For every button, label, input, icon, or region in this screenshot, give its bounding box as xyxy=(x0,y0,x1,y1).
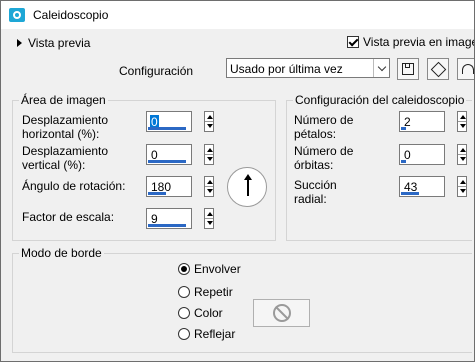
dialog-window: Caleidoscopio Vista previa Vista previa … xyxy=(0,0,475,362)
configuration-select-value: Usado por última vez xyxy=(230,62,343,76)
border-color-swatch[interactable] xyxy=(253,299,310,327)
randomize-button[interactable] xyxy=(427,58,449,80)
horizontal-offset-input[interactable]: 0 xyxy=(146,111,192,132)
radio-color-label: Color xyxy=(194,306,223,320)
radio-wrap-indicator[interactable] xyxy=(178,263,190,275)
reset-button[interactable] xyxy=(457,58,474,80)
radial-suction-spinner[interactable] xyxy=(457,176,467,197)
window-title: Caleidoscopio xyxy=(33,8,109,22)
radio-repeat-label: Repetir xyxy=(194,285,233,299)
petals-slider[interactable] xyxy=(401,127,406,130)
spin-down-icon[interactable] xyxy=(460,157,466,161)
rotation-angle-label: Ángulo de rotación: xyxy=(22,179,126,193)
orbits-input[interactable]: 0 xyxy=(399,144,445,165)
horizontal-offset-spinner[interactable] xyxy=(204,111,214,132)
configuration-label: Configuración xyxy=(119,64,194,78)
spin-up-icon[interactable] xyxy=(207,180,213,184)
title-bar: Caleidoscopio xyxy=(1,1,474,29)
radial-suction-input[interactable]: 43 xyxy=(399,176,445,197)
spin-up-icon[interactable] xyxy=(207,115,213,119)
border-mode-group xyxy=(12,253,472,353)
rotation-angle-input[interactable]: 180 xyxy=(146,176,192,197)
spin-up-icon[interactable] xyxy=(460,115,466,119)
scale-factor-label: Factor de escala: xyxy=(22,210,115,224)
configuration-select[interactable]: Usado por última vez xyxy=(226,58,390,78)
image-area-title: Área de imagen xyxy=(19,93,108,107)
radio-color[interactable]: Color xyxy=(178,306,223,320)
spin-down-icon[interactable] xyxy=(207,221,213,225)
preview-on-image-checkbox[interactable] xyxy=(347,36,359,48)
radio-reflect-indicator[interactable] xyxy=(178,328,190,340)
preview-on-image-checkbox-row[interactable]: Vista previa en imagen xyxy=(347,35,475,49)
rotation-angle-slider[interactable] xyxy=(148,192,166,195)
save-icon xyxy=(402,63,414,75)
vertical-offset-slider[interactable] xyxy=(148,160,186,163)
spin-up-icon[interactable] xyxy=(460,180,466,184)
radio-wrap-label: Envolver xyxy=(194,262,241,276)
radial-suction-slider[interactable] xyxy=(401,192,419,195)
petals-spinner[interactable] xyxy=(457,111,467,132)
orbits-spinner[interactable] xyxy=(457,144,467,165)
orbits-label: Número de órbitas: xyxy=(294,144,354,172)
rotation-angle-spinner[interactable] xyxy=(204,176,214,197)
radio-color-indicator[interactable] xyxy=(178,307,190,319)
preview-toggle-label: Vista previa xyxy=(28,36,91,50)
vertical-offset-spinner[interactable] xyxy=(204,144,214,165)
vertical-offset-input[interactable]: 0 xyxy=(146,144,192,165)
save-preset-button[interactable] xyxy=(397,58,419,80)
spin-down-icon[interactable] xyxy=(207,124,213,128)
radio-reflect[interactable]: Reflejar xyxy=(178,327,235,341)
orbits-slider[interactable] xyxy=(401,160,406,163)
radio-reflect-label: Reflejar xyxy=(194,327,236,341)
scale-factor-spinner[interactable] xyxy=(204,208,214,229)
rotation-dial[interactable] xyxy=(227,167,267,207)
border-mode-title: Modo de borde xyxy=(19,246,104,260)
preview-toggle[interactable]: Vista previa xyxy=(17,36,90,50)
spin-down-icon[interactable] xyxy=(207,189,213,193)
spin-up-icon[interactable] xyxy=(207,212,213,216)
scale-factor-input[interactable]: 9 xyxy=(146,208,192,229)
expand-triangle-icon xyxy=(17,39,22,47)
spin-up-icon[interactable] xyxy=(207,148,213,152)
petals-label: Número de pétalos: xyxy=(294,113,354,141)
radio-repeat[interactable]: Repetir xyxy=(178,285,233,299)
horizontal-offset-label: Desplazamiento horizontal (%): xyxy=(22,113,109,141)
reset-icon xyxy=(462,64,474,74)
petals-input[interactable]: 2 xyxy=(399,111,445,132)
radio-repeat-indicator[interactable] xyxy=(178,286,190,298)
vertical-offset-label: Desplazamiento vertical (%): xyxy=(22,144,109,172)
preview-on-image-label: Vista previa en imagen xyxy=(363,35,475,49)
spin-down-icon[interactable] xyxy=(207,157,213,161)
scale-factor-slider[interactable] xyxy=(148,224,186,227)
radial-suction-label: Succión radial: xyxy=(294,178,337,206)
cube-icon xyxy=(430,61,446,77)
horizontal-offset-slider[interactable] xyxy=(148,127,186,130)
kaleidoscope-app-icon xyxy=(9,8,25,22)
spin-down-icon[interactable] xyxy=(460,189,466,193)
dial-needle-icon xyxy=(244,174,252,196)
spin-down-icon[interactable] xyxy=(460,124,466,128)
kaleidoscope-settings-title: Configuración del caleidoscopio xyxy=(293,93,467,107)
radio-wrap[interactable]: Envolver xyxy=(178,262,241,276)
spin-up-icon[interactable] xyxy=(460,148,466,152)
disabled-icon xyxy=(272,304,291,322)
chevron-down-icon[interactable] xyxy=(373,59,389,77)
